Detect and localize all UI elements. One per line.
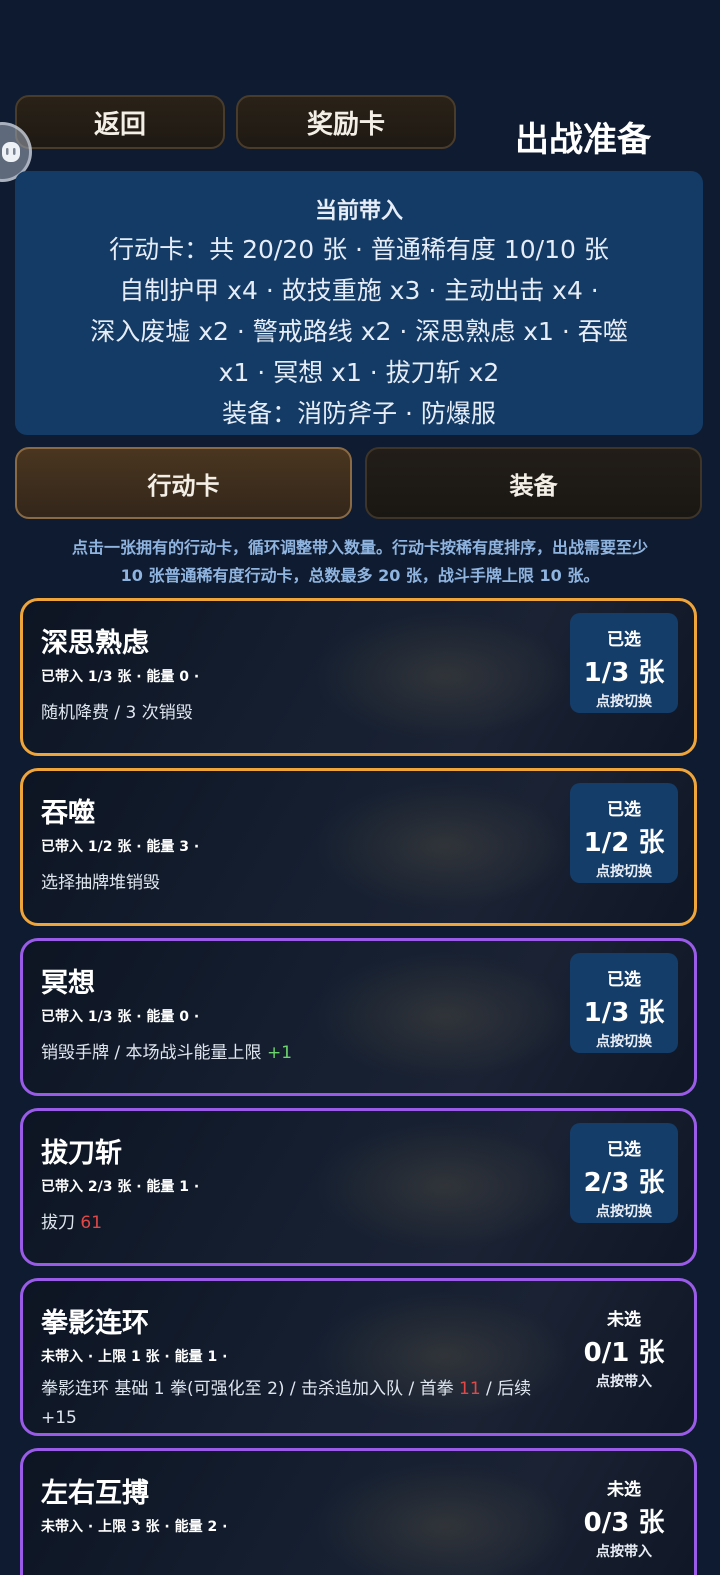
hint-line: 点击一张拥有的行动卡，循环调整带入数量。行动卡按稀有度排序，出战需要至少: [71, 538, 648, 557]
page-title: 出战准备: [515, 120, 651, 160]
card-name: 左右互搏: [41, 1478, 149, 1509]
back-button[interactable]: 返回: [15, 95, 225, 149]
card-description: 销毁手牌 / 本场战斗能量上限 +1: [41, 1039, 561, 1068]
card-artwork: [314, 1461, 574, 1575]
tab-action-cards[interactable]: 行动卡: [15, 447, 352, 519]
action-card-item[interactable]: 深思熟虑 已带入 1/3 张 · 能量 0 · 随机降费 / 3 次销毁 已选 …: [20, 598, 697, 756]
card-name: 拳影连环: [41, 1308, 149, 1339]
selection-action: 点按切换: [596, 1034, 652, 1050]
selection-status: 未选: [607, 1310, 641, 1330]
card-name: 深思熟虑: [41, 628, 149, 659]
card-name: 拔刀斩: [41, 1138, 122, 1169]
card-meta: 已带入 1/3 张 · 能量 0 ·: [41, 1009, 200, 1025]
selection-toggle[interactable]: 已选 2/3 张 点按切换: [570, 1123, 678, 1223]
reward-card-button[interactable]: 奖励卡: [236, 95, 456, 149]
selection-status: 已选: [607, 970, 641, 990]
hint-line: 10 张普通稀有度行动卡，总数最多 20 张，战斗手牌上限 10 张。: [120, 566, 600, 585]
desc-highlight: 11: [459, 1379, 481, 1399]
selection-count: 0/3 张: [583, 1508, 665, 1538]
summary-line: 行动卡：共 20/20 张 · 普通稀有度 10/10 张: [109, 235, 609, 264]
card-meta: 已带入 1/3 张 · 能量 0 ·: [41, 669, 200, 685]
card-name: 吞噬: [41, 798, 95, 829]
selection-count: 2/3 张: [583, 1168, 665, 1198]
summary-line: 装备：消防斧子 · 防爆服: [222, 399, 496, 428]
card-name: 冥想: [41, 968, 95, 999]
selection-action: 点按切换: [596, 864, 652, 880]
action-card-item[interactable]: 左右互搏 未带入 · 上限 3 张 · 能量 2 · 未选 0/3 张 点按带入: [20, 1448, 697, 1575]
summary-line: x1 · 冥想 x1 · 拔刀斩 x2: [218, 358, 500, 387]
selection-status: 已选: [607, 800, 641, 820]
assistant-face-icon: [2, 142, 20, 162]
desc-highlight: 61: [80, 1213, 103, 1233]
loadout-summary-panel: 当前带入 行动卡：共 20/20 张 · 普通稀有度 10/10 张 自制护甲 …: [15, 171, 703, 435]
selection-count: 1/3 张: [583, 658, 665, 688]
selection-count: 1/3 张: [583, 998, 665, 1028]
instruction-hint: 点击一张拥有的行动卡，循环调整带入数量。行动卡按稀有度排序，出战需要至少 10 …: [15, 534, 705, 590]
card-meta: 未带入 · 上限 3 张 · 能量 2 ·: [41, 1519, 228, 1535]
selection-action: 点按切换: [596, 1204, 652, 1220]
summary-title: 当前带入: [314, 199, 403, 224]
selection-count: 1/2 张: [583, 828, 665, 858]
action-card-item[interactable]: 拳影连环 未带入 · 上限 1 张 · 能量 1 · 拳影连环 基础 1 拳(可…: [20, 1278, 697, 1436]
card-description: 选择抽牌堆销毁: [41, 873, 160, 893]
action-card-item[interactable]: 拔刀斩 已带入 2/3 张 · 能量 1 · 拔刀 61 已选 2/3 张 点按…: [20, 1108, 697, 1266]
desc-text: 拳影连环 基础 1 拳(可强化至 2) / 击杀追加入队 / 首拳: [41, 1379, 459, 1399]
action-card-item[interactable]: 吞噬 已带入 1/2 张 · 能量 3 · 选择抽牌堆销毁 已选 1/2 张 点…: [20, 768, 697, 926]
selection-toggle[interactable]: 已选 1/2 张 点按切换: [570, 783, 678, 883]
card-description: 随机降费 / 3 次销毁: [41, 703, 193, 723]
selection-toggle[interactable]: 未选 0/3 张 点按带入: [570, 1463, 678, 1563]
selection-action: 点按带入: [596, 1544, 652, 1560]
selection-toggle[interactable]: 未选 0/1 张 点按带入: [570, 1293, 678, 1393]
desc-text: 拔刀: [41, 1213, 81, 1233]
card-description: 拳影连环 基础 1 拳(可强化至 2) / 击杀追加入队 / 首拳 11 / 后…: [41, 1375, 561, 1433]
selection-status: 未选: [607, 1480, 641, 1500]
tab-equipment[interactable]: 装备: [365, 447, 702, 519]
desc-highlight: +1: [266, 1043, 293, 1063]
card-meta: 已带入 1/2 张 · 能量 3 ·: [41, 839, 200, 855]
selection-status: 已选: [607, 630, 641, 650]
action-card-item[interactable]: 冥想 已带入 1/3 张 · 能量 0 · 销毁手牌 / 本场战斗能量上限 +1…: [20, 938, 697, 1096]
card-description: 拔刀 61: [41, 1209, 561, 1238]
desc-text: 销毁手牌 / 本场战斗能量上限: [41, 1043, 267, 1063]
selection-action: 点按切换: [596, 694, 652, 710]
selection-toggle[interactable]: 已选 1/3 张 点按切换: [570, 613, 678, 713]
top-status-bar: [0, 0, 720, 80]
summary-line: 深入废墟 x2 · 警戒路线 x2 · 深思熟虑 x1 · 吞噬: [90, 317, 628, 346]
summary-line: 自制护甲 x4 · 故技重施 x3 · 主动出击 x4 ·: [119, 276, 599, 305]
card-meta: 未带入 · 上限 1 张 · 能量 1 ·: [41, 1349, 228, 1365]
selection-toggle[interactable]: 已选 1/3 张 点按切换: [570, 953, 678, 1053]
selection-action: 点按带入: [596, 1374, 652, 1390]
card-meta: 已带入 2/3 张 · 能量 1 ·: [41, 1179, 200, 1195]
selection-status: 已选: [607, 1140, 641, 1160]
selection-count: 0/1 张: [583, 1338, 665, 1368]
